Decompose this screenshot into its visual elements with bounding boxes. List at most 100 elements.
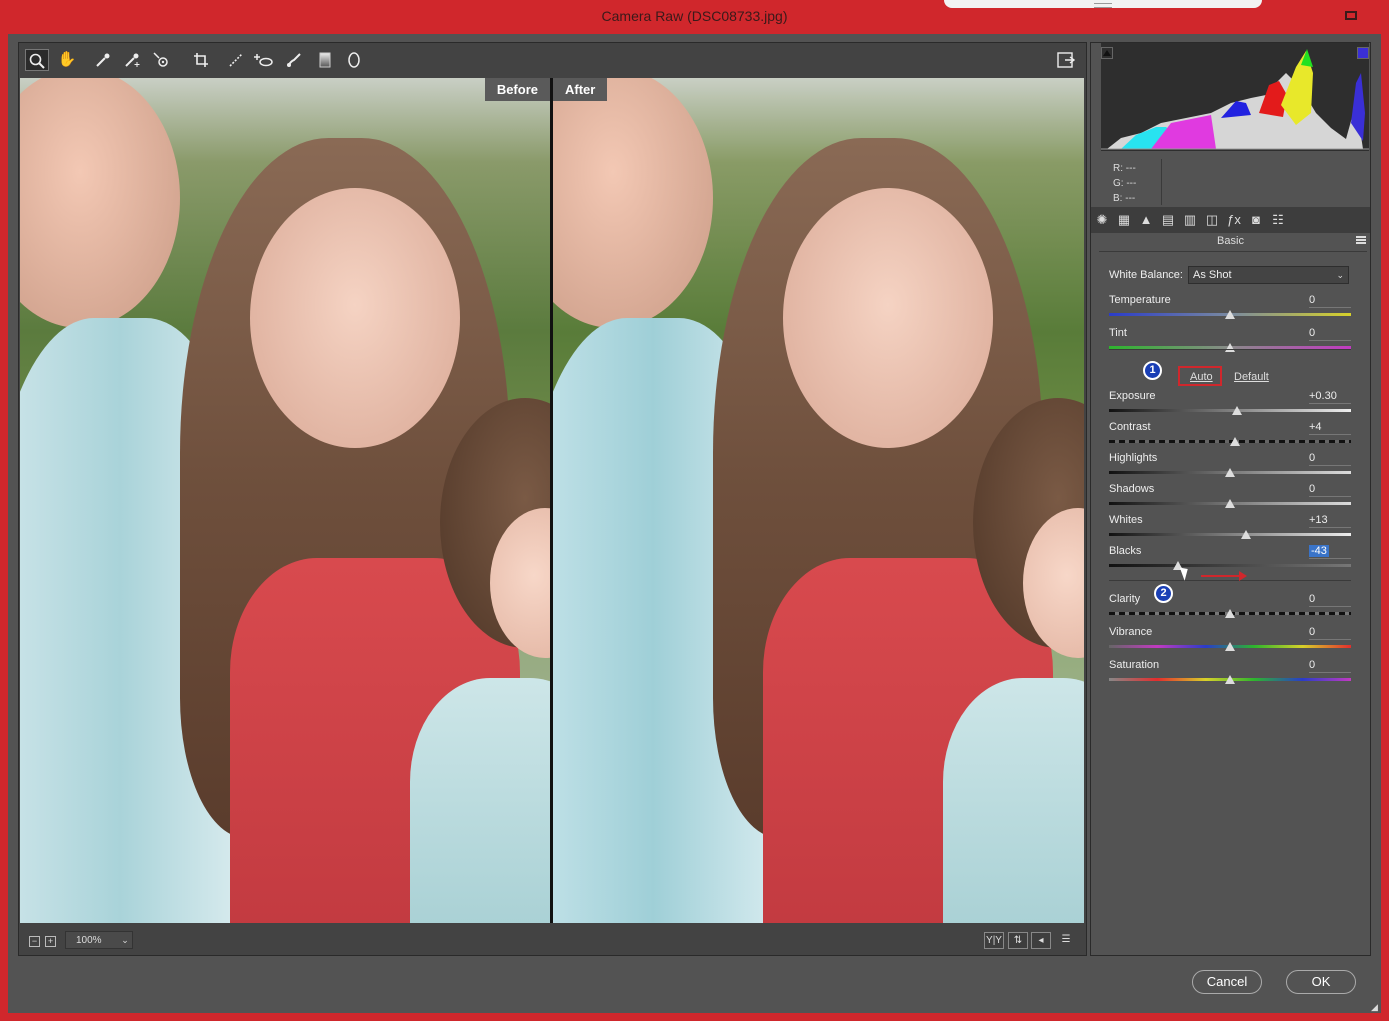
- preview-panel: ✋ Before After − + 100% ⌄ Y|Y ⇅ ◂ ☰: [18, 42, 1087, 956]
- contrast-slider-thumb[interactable]: [1229, 437, 1240, 446]
- whites-slider-thumb[interactable]: [1240, 530, 1251, 539]
- histogram: [1101, 43, 1369, 151]
- tab-detail-icon[interactable]: ▲: [1137, 211, 1155, 229]
- copy-settings-icon[interactable]: ◂: [1031, 932, 1051, 949]
- default-button[interactable]: Default: [1234, 371, 1269, 383]
- child-dress: [410, 678, 550, 923]
- saturation-label: Saturation: [1109, 659, 1160, 671]
- tab-basic-icon[interactable]: ✺: [1093, 211, 1111, 229]
- red-eye-removal-tool-icon[interactable]: [282, 49, 306, 71]
- contrast-value-field[interactable]: +4: [1309, 421, 1351, 435]
- blacks-value: -43: [1309, 545, 1329, 557]
- highlights-slider-thumb[interactable]: [1225, 468, 1235, 477]
- contrast-value: +4: [1309, 421, 1322, 433]
- exposure-value-field[interactable]: +0.30: [1309, 390, 1351, 404]
- shadows-value: 0: [1309, 483, 1316, 495]
- before-label: Before: [484, 78, 550, 101]
- crop-tool-icon[interactable]: [189, 49, 213, 71]
- after-label: After: [553, 78, 608, 101]
- rgb-red-label: R:: [1113, 163, 1123, 174]
- before-after-view-icon[interactable]: Y|Y: [984, 932, 1004, 949]
- tab-camera-calibration-icon[interactable]: ◙: [1247, 211, 1265, 229]
- targeted-adjustment-tool-icon[interactable]: [150, 49, 174, 71]
- panel-menu-icon[interactable]: [1356, 236, 1366, 244]
- white-balance-label: White Balance:: [1109, 269, 1183, 281]
- exposure-slider-thumb[interactable]: [1232, 406, 1243, 415]
- group-divider: [1109, 349, 1351, 350]
- whites-value-field[interactable]: +13: [1309, 514, 1351, 528]
- saturation-value: 0: [1309, 659, 1316, 671]
- histogram-graph: [1101, 49, 1369, 150]
- hand-tool-icon[interactable]: ✋: [55, 49, 79, 71]
- chevron-down-icon: ⌄: [1336, 270, 1344, 280]
- tab-lens-corrections-icon[interactable]: ◫: [1203, 211, 1221, 229]
- contrast-label: Contrast: [1109, 421, 1151, 433]
- clarity-slider-thumb[interactable]: [1225, 609, 1235, 618]
- drag-direction-arrow: [1201, 571, 1247, 581]
- spot-removal-tool-icon[interactable]: [251, 49, 275, 71]
- tab-split-toning-icon[interactable]: ▥: [1181, 211, 1199, 229]
- exposure-label: Exposure: [1109, 390, 1156, 402]
- auto-button[interactable]: Auto: [1190, 371, 1213, 383]
- section-title: Basic: [1217, 235, 1244, 247]
- vibrance-slider-thumb[interactable]: [1225, 642, 1235, 651]
- highlights-value-field[interactable]: 0: [1309, 452, 1351, 466]
- rgb-red-row: R: ---: [1113, 161, 1136, 176]
- image-preview[interactable]: Before After: [20, 78, 1084, 923]
- temperature-label: Temperature: [1109, 294, 1171, 306]
- white-balance-tool-icon[interactable]: [91, 49, 115, 71]
- ok-button[interactable]: OK: [1286, 970, 1356, 994]
- whites-value: +13: [1309, 514, 1328, 526]
- tab-hsl-icon[interactable]: ▤: [1159, 211, 1177, 229]
- radial-filter-icon[interactable]: [342, 49, 366, 71]
- clarity-value: 0: [1309, 593, 1316, 605]
- title-drag-tab[interactable]: [944, 0, 1262, 8]
- camera-raw-window: ✋ Before After − + 100% ⌄ Y|Y ⇅ ◂ ☰ R: -…: [8, 34, 1381, 1013]
- blacks-label: Blacks: [1109, 545, 1142, 557]
- toolbar: ✋: [19, 43, 1086, 77]
- shadows-value-field[interactable]: 0: [1309, 483, 1351, 497]
- temperature-value-field[interactable]: 0: [1309, 294, 1351, 308]
- blacks-slider-track[interactable]: [1109, 564, 1351, 567]
- temperature-slider-thumb[interactable]: [1225, 310, 1235, 319]
- rgb-green-label: G:: [1113, 178, 1124, 189]
- rgb-green-row: G: ---: [1113, 176, 1136, 191]
- tint-value-field[interactable]: 0: [1309, 327, 1351, 341]
- child-dress: [943, 678, 1084, 923]
- cancel-button[interactable]: Cancel: [1192, 970, 1262, 994]
- whites-label: Whites: [1109, 514, 1143, 526]
- tab-effects-icon[interactable]: ƒx: [1225, 211, 1243, 229]
- tab-presets-icon[interactable]: ☷: [1269, 211, 1287, 229]
- status-bar: − + 100% ⌄ Y|Y ⇅ ◂ ☰: [19, 925, 1086, 955]
- shadows-slider-thumb[interactable]: [1225, 499, 1235, 508]
- blacks-value-field[interactable]: -43: [1309, 545, 1351, 559]
- resize-grip-icon[interactable]: ◢: [1371, 1002, 1381, 1012]
- tab-tone-curve-icon[interactable]: ▦: [1115, 211, 1133, 229]
- adjustment-panel: R: --- G: --- B: --- ✺ ▦ ▲ ▤ ▥ ◫ ƒx ◙ ☷ …: [1090, 42, 1371, 956]
- zoom-level-value: 100%: [76, 935, 102, 946]
- restore-window-icon[interactable]: [1345, 11, 1357, 20]
- zoom-out-button[interactable]: −: [29, 936, 40, 947]
- swap-settings-icon[interactable]: ⇅: [1008, 932, 1028, 949]
- saturation-slider-thumb[interactable]: [1225, 675, 1235, 684]
- saturation-value-field[interactable]: 0: [1309, 659, 1351, 673]
- exposure-slider-track[interactable]: [1109, 409, 1351, 412]
- shadows-label: Shadows: [1109, 483, 1155, 495]
- zoom-tool-icon[interactable]: [25, 49, 49, 71]
- highlights-value: 0: [1309, 452, 1316, 464]
- clarity-value-field[interactable]: 0: [1309, 593, 1351, 607]
- whites-slider-track[interactable]: [1109, 533, 1351, 536]
- preferences-icon[interactable]: [1054, 49, 1078, 71]
- before-image: Before: [20, 78, 550, 923]
- straighten-tool-icon[interactable]: [224, 49, 248, 71]
- chevron-down-icon[interactable]: ⌄: [117, 932, 133, 948]
- graduated-filter-icon[interactable]: [313, 49, 337, 71]
- toggle-settings-icon[interactable]: ☰: [1056, 932, 1076, 949]
- white-balance-select[interactable]: As Shot ⌄: [1188, 266, 1349, 284]
- tint-slider-thumb[interactable]: [1225, 343, 1235, 352]
- annotation-badge-2: 2: [1154, 584, 1173, 603]
- vibrance-value-field[interactable]: 0: [1309, 626, 1351, 640]
- zoom-in-button[interactable]: +: [45, 936, 56, 947]
- rgb-blue-value: ---: [1125, 193, 1136, 204]
- color-sampler-tool-icon[interactable]: [120, 49, 144, 71]
